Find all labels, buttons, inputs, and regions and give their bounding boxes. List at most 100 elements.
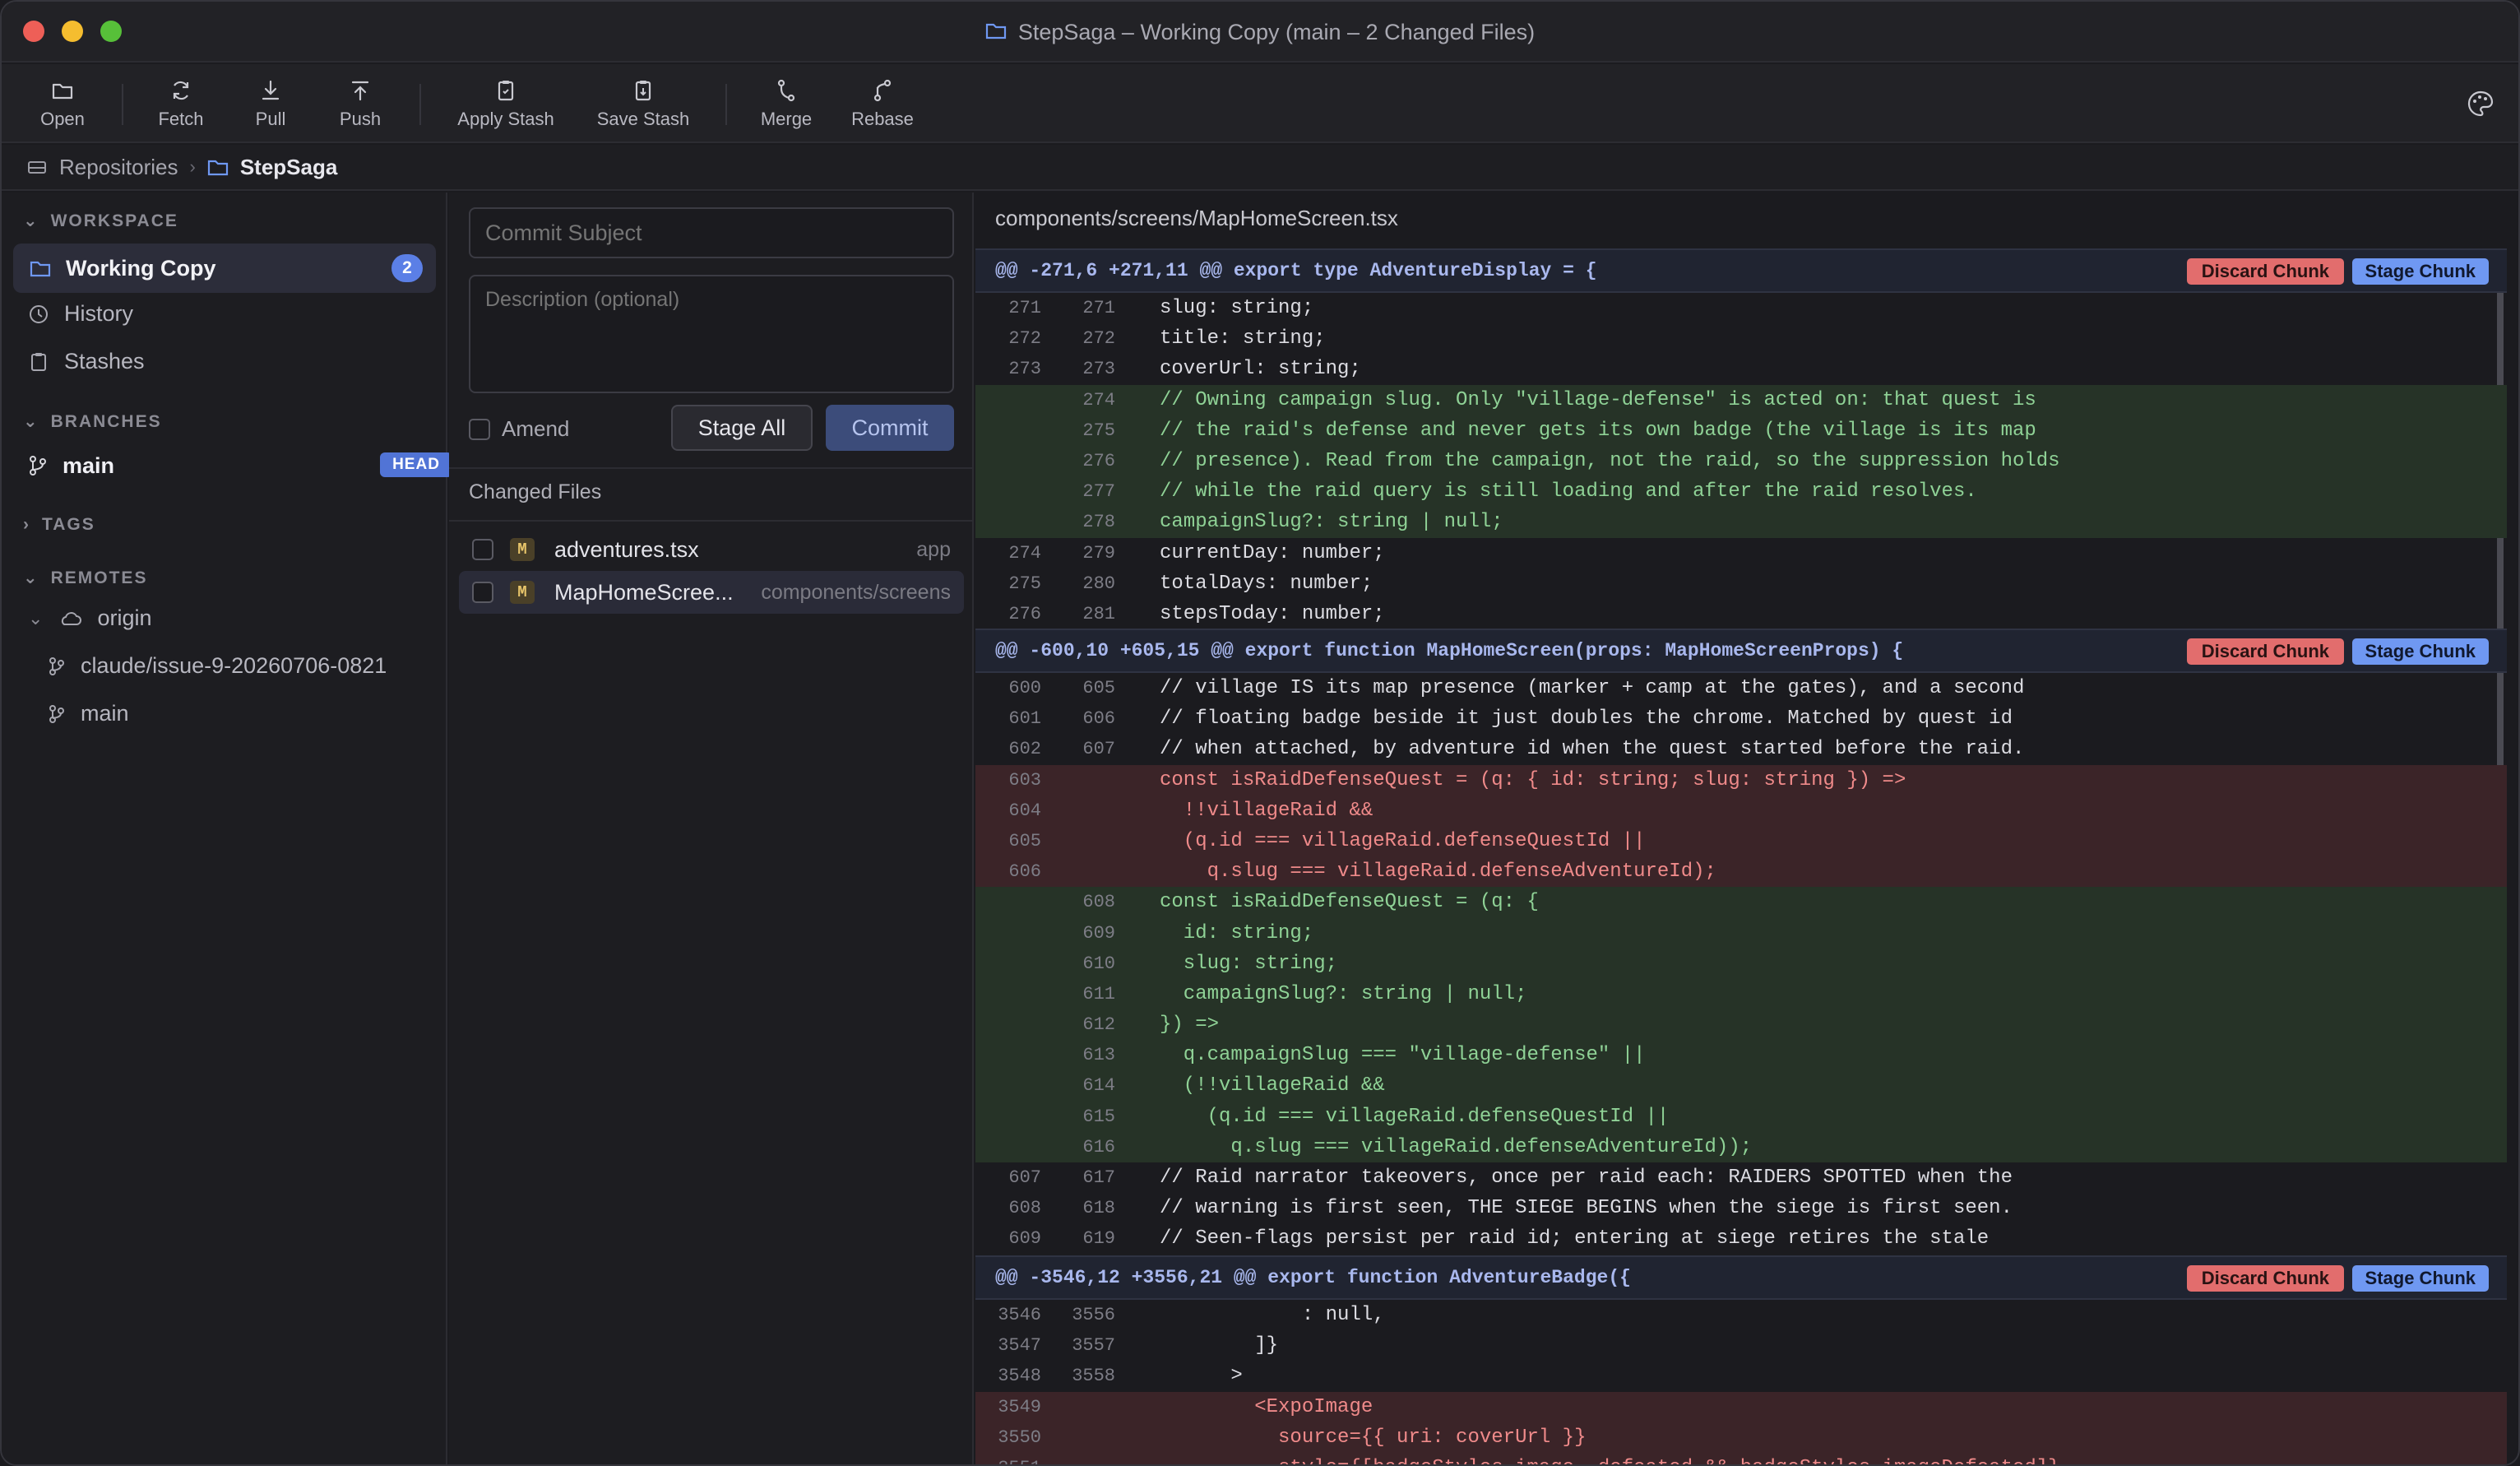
diff-line-added[interactable]: 616 q.slug === villageRaid.defenseAdvent… [975, 1131, 2507, 1162]
changed-file-row[interactable]: M adventures.tsx app [459, 528, 964, 571]
breadcrumb-repo[interactable]: StepSaga [240, 155, 338, 180]
commit-description-input[interactable] [469, 275, 954, 393]
head-badge: HEAD [380, 452, 452, 477]
sidebar-item-history[interactable]: History [28, 301, 133, 327]
merge-button[interactable]: Merge [752, 72, 821, 135]
file-stage-checkbox[interactable] [472, 582, 493, 603]
breadcrumb: Repositories › StepSaga [2, 145, 2518, 191]
sidebar-item-stashes[interactable]: Stashes [28, 349, 145, 374]
diff-line-added[interactable]: 277 // while the raid query is still load… [975, 476, 2507, 508]
changed-file-row-selected[interactable]: M MapHomeScree... components/screens [459, 571, 964, 614]
diff-line-added[interactable]: 278 campaignSlug?: string | null; [975, 507, 2507, 538]
old-line-number: 271 [1008, 298, 1041, 318]
diff-line-removed[interactable]: 605 (q.id === villageRaid.defenseQuestId… [975, 825, 2507, 857]
diff-line-added[interactable]: 276 // presence). Read from the campaign,… [975, 445, 2507, 477]
new-line-number: 3558 [1072, 1366, 1115, 1387]
tags-section-header[interactable]: › TAGS [23, 515, 95, 535]
file-path: app [916, 537, 951, 561]
diff-line-removed[interactable]: 3550 source={{ uri: coverUrl }} [975, 1422, 2507, 1453]
diff-line-context[interactable]: 608 618 // warning is first seen, THE SIEG… [975, 1193, 2507, 1223]
diff-line-added[interactable]: 611 campaignSlug?: string | null; [975, 978, 2507, 1010]
diff-line-added[interactable]: 608 const isRaidDefenseQuest = (q: { [975, 887, 2507, 918]
diff-line-context[interactable]: 272 272 title: string; [975, 323, 2507, 354]
stage-chunk-button[interactable]: Stage Chunk [2351, 258, 2489, 285]
rebase-label: Rebase [851, 109, 914, 129]
diff-line-removed[interactable]: 604 !!villageRaid && [975, 795, 2507, 826]
push-button[interactable]: Push [327, 72, 393, 135]
commit-subject-input[interactable] [469, 207, 954, 258]
code-text: (q.id === villageRaid.defenseQuestId || [1160, 1105, 1670, 1128]
open-button[interactable]: Open [30, 72, 95, 135]
chevron-right-icon: › [23, 515, 30, 534]
diff-line-removed[interactable]: 3551 style={[badgeStyles.image, defeated… [975, 1452, 2507, 1464]
workspace-section-header[interactable]: ⌄ WORKSPACE [23, 211, 178, 231]
stage-chunk-button[interactable]: Stage Chunk [2351, 1265, 2489, 1292]
rebase-button[interactable]: Rebase [845, 72, 920, 135]
divider [449, 520, 972, 522]
diff-line-added[interactable]: 614 (!!villageRaid && [975, 1070, 2507, 1102]
save-stash-button[interactable]: Save Stash [586, 72, 701, 135]
diff-line-context[interactable]: 607 617 // Raid narrator takeovers, once p… [975, 1162, 2507, 1193]
sidebar-item-working-copy[interactable]: Working Copy 2 [13, 244, 436, 293]
diff-line-removed[interactable]: 3549 <ExpoImage [975, 1391, 2507, 1422]
diff-line-context[interactable]: 609 619 // Seen-flags persist per raid id;… [975, 1223, 2507, 1254]
discard-chunk-button[interactable]: Discard Chunk [2186, 258, 2344, 285]
diff-line-removed[interactable]: 606 q.slug === villageRaid.defenseAdvent… [975, 856, 2507, 888]
sidebar-item-branch-main[interactable]: main HEAD [28, 451, 452, 480]
code-text: // Raid narrator takeovers, once per rai… [1160, 1167, 2013, 1189]
commit-button[interactable]: Commit [826, 405, 954, 451]
discard-chunk-button[interactable]: Discard Chunk [2186, 1265, 2344, 1292]
diff-line-context[interactable]: 271 271 slug: string; [975, 293, 2507, 323]
stage-all-button[interactable]: Stage All [671, 405, 813, 451]
diff-line-context[interactable]: 602 607 // when attached, by adventure id … [975, 734, 2507, 764]
diff-line-added[interactable]: 610 slug: string; [975, 948, 2507, 979]
folder-open-icon [52, 83, 73, 100]
sidebar-item-remote-origin[interactable]: ⌄ origin [28, 605, 151, 631]
code-text: // while the raid query is still loading… [1160, 480, 1977, 503]
code-text: const isRaidDefenseQuest = (q: { [1160, 891, 1539, 914]
branches-header-label: BRANCHES [50, 411, 162, 431]
diff-line-added[interactable]: 613 q.campaignSlug === "village-defense"… [975, 1040, 2507, 1071]
diff-line-context[interactable]: 3548 3558 > [975, 1361, 2507, 1391]
diff-line-context[interactable]: 601 606 // floating badge beside it just d… [975, 703, 2507, 734]
diff-line-context[interactable]: 276 281 stepsToday: number; [975, 599, 2507, 629]
amend-checkbox[interactable] [469, 418, 490, 440]
diff-line-added[interactable]: 609 id: string; [975, 917, 2507, 949]
diff-line-added[interactable]: 612}) => [975, 1009, 2507, 1041]
diff-line-context[interactable]: 3547 3557 ]} [975, 1330, 2507, 1361]
stage-chunk-button[interactable]: Stage Chunk [2351, 638, 2489, 665]
clipboard-icon [31, 352, 46, 371]
pull-button[interactable]: Pull [240, 72, 301, 135]
file-stage-checkbox[interactable] [472, 539, 493, 560]
apply-stash-button[interactable]: Apply Stash [446, 72, 566, 135]
diff-line-added[interactable]: 275 // the raid's defense and never gets … [975, 415, 2507, 446]
new-line-number: 3556 [1072, 1305, 1115, 1325]
diff-line-context[interactable]: 600 605 // village IS its map presence (ma… [975, 673, 2507, 703]
fetch-button[interactable]: Fetch [148, 72, 214, 135]
changes-count-badge: 2 [391, 254, 423, 282]
diff-line-context[interactable]: 275 280 totalDays: number; [975, 568, 2507, 599]
remotes-section-header[interactable]: ⌄ REMOTES [23, 568, 147, 588]
code-text: style={[badgeStyles.image, defeated && b… [1160, 1453, 2060, 1464]
modified-status-badge: M [510, 538, 535, 561]
diff-line-context[interactable]: 274 279 currentDay: number; [975, 538, 2507, 568]
diff-line-added[interactable]: 274 // Owning campaign slug. Only "villag… [975, 384, 2507, 415]
diff-line-removed[interactable]: 603 const isRaidDefenseQuest = (q: { id: … [975, 764, 2507, 796]
breadcrumb-repositories[interactable]: Repositories [59, 155, 178, 180]
folder-icon [30, 261, 51, 277]
sidebar-item-remote-branch[interactable]: claude/issue-9-20260706-0821 [48, 653, 387, 679]
diff-line-context[interactable]: 3546 3556 : null, [975, 1300, 2507, 1330]
rebase-icon [873, 79, 892, 102]
diff-line-added[interactable]: 615 (q.id === villageRaid.defenseQuestId… [975, 1101, 2507, 1132]
old-line-number: 272 [1008, 328, 1041, 350]
hunk-header-text: @@ -271,6 +271,11 @@ export type Adventu… [995, 260, 1597, 281]
branches-section-header[interactable]: ⌄ BRANCHES [23, 411, 162, 432]
new-line-number: 272 [1082, 328, 1115, 350]
discard-chunk-button[interactable]: Discard Chunk [2186, 638, 2344, 665]
diff-line-context[interactable]: 273 273 coverUrl: string; [975, 354, 2507, 384]
new-line-number: 619 [1082, 1228, 1115, 1250]
palette-icon[interactable] [2466, 89, 2495, 118]
old-line-number: 3547 [998, 1335, 1041, 1357]
old-line-number: 276 [1008, 603, 1041, 624]
sidebar-item-remote-branch[interactable]: main [48, 701, 129, 726]
